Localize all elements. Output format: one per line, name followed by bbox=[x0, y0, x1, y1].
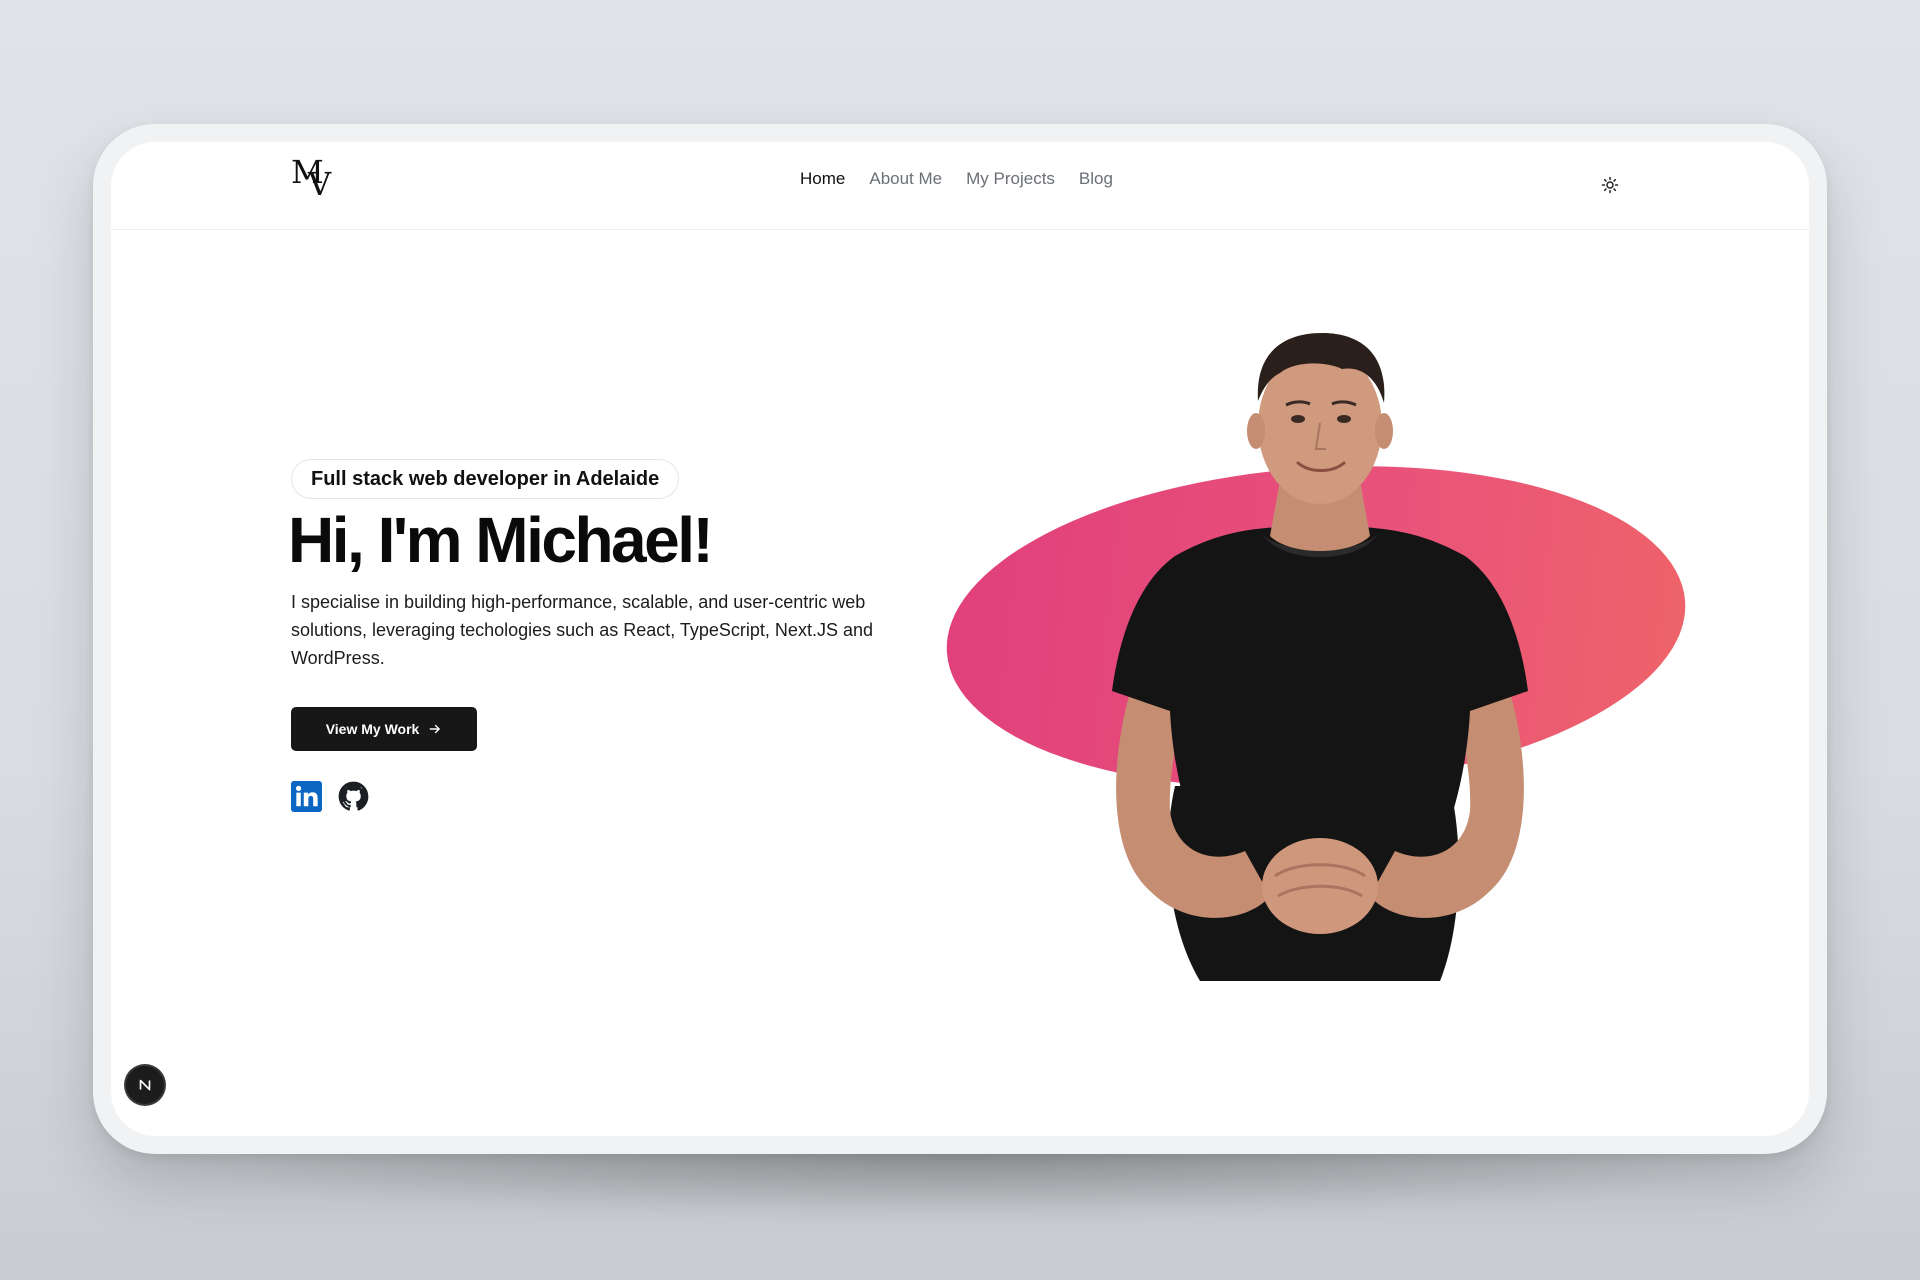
logo-letter-v: V bbox=[308, 165, 332, 203]
nextjs-dev-indicator[interactable] bbox=[126, 1066, 164, 1104]
theme-toggle-button[interactable] bbox=[1590, 165, 1630, 205]
view-my-work-button[interactable]: View My Work bbox=[291, 707, 477, 751]
social-links bbox=[291, 781, 369, 812]
device-frame: M V Home About Me My Projects Blog Full … bbox=[93, 124, 1827, 1154]
nav-home[interactable]: Home bbox=[800, 169, 845, 189]
hero-headline: Hi, I'm Michael! bbox=[288, 504, 714, 576]
view-my-work-label: View My Work bbox=[325, 721, 420, 737]
nextjs-icon bbox=[139, 1079, 151, 1091]
role-badge: Full stack web developer in Adelaide bbox=[291, 459, 680, 499]
nav-my-projects[interactable]: My Projects bbox=[966, 169, 1055, 189]
main-nav: Home About Me My Projects Blog bbox=[800, 169, 1113, 189]
github-link[interactable] bbox=[338, 781, 369, 812]
linkedin-link[interactable] bbox=[291, 781, 322, 812]
hero-intro: I specialise in building high-performanc… bbox=[291, 592, 873, 668]
site-logo[interactable]: M V bbox=[291, 156, 335, 202]
arrow-right-icon bbox=[429, 724, 441, 734]
browser-screen: M V Home About Me My Projects Blog Full … bbox=[110, 141, 1810, 1137]
sun-icon bbox=[1601, 176, 1619, 194]
github-icon bbox=[338, 781, 369, 811]
linkedin-icon bbox=[291, 781, 322, 812]
nav-blog[interactable]: Blog bbox=[1079, 169, 1113, 189]
nav-about-me[interactable]: About Me bbox=[869, 169, 942, 189]
site-header: M V Home About Me My Projects Blog bbox=[110, 141, 1810, 230]
portrait-photo bbox=[1112, 333, 1528, 981]
